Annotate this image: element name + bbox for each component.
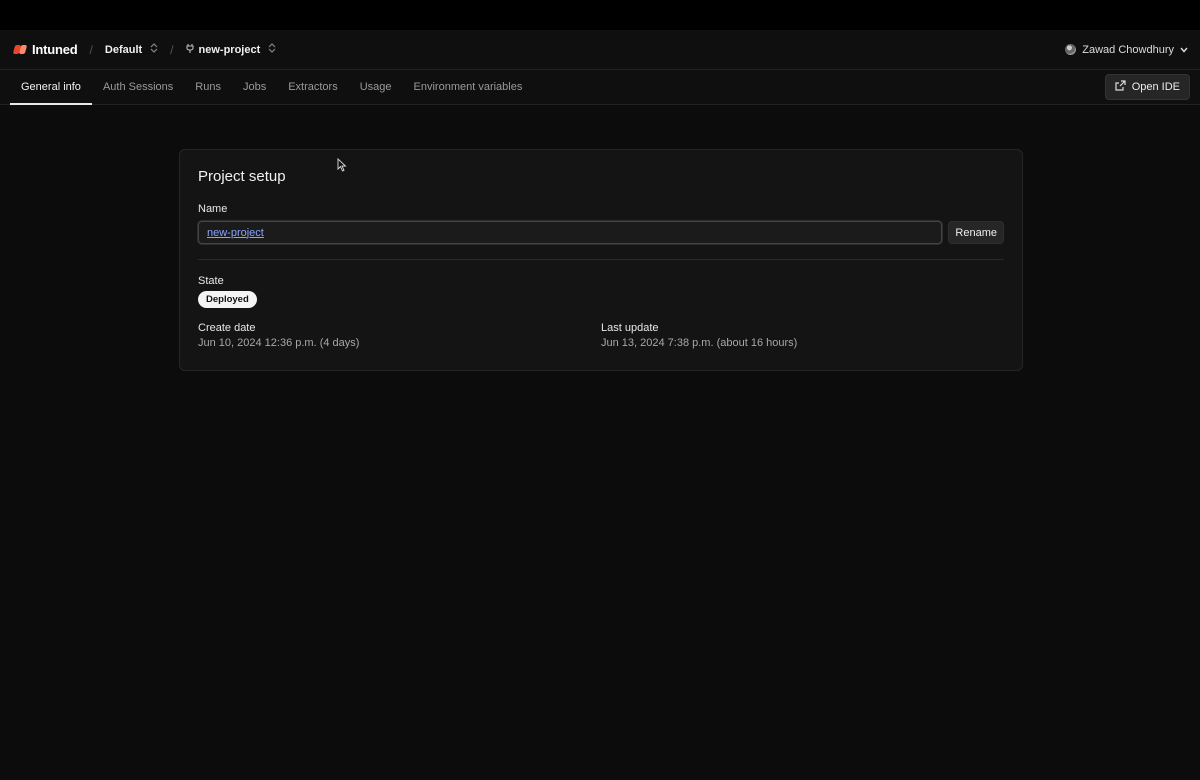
- project-switcher[interactable]: new-project: [185, 43, 277, 57]
- external-link-icon: [1115, 80, 1126, 94]
- tab-general-info[interactable]: General info: [10, 70, 92, 105]
- last-update-block: Last update Jun 13, 2024 7:38 p.m. (abou…: [601, 322, 1004, 349]
- page-title: Project setup: [198, 168, 286, 185]
- tab-runs[interactable]: Runs: [184, 70, 232, 104]
- last-update-label: Last update: [601, 322, 659, 334]
- mouse-cursor-icon: [337, 157, 347, 172]
- tab-extractors[interactable]: Extractors: [277, 70, 349, 104]
- state-label: State: [198, 275, 224, 287]
- brand-logo[interactable]: Intuned: [12, 42, 78, 57]
- intuned-logo-icon: [12, 43, 28, 56]
- status-badge: Deployed: [198, 291, 257, 308]
- tab-environment-variables[interactable]: Environment variables: [403, 70, 534, 104]
- project-setup-card: Project setup Name Rename State Deployed…: [179, 149, 1023, 371]
- window-top-strip: [0, 0, 1200, 30]
- dates-row: Create date Jun 10, 2024 12:36 p.m. (4 d…: [198, 322, 1004, 349]
- name-label: Name: [198, 203, 228, 215]
- name-row: Rename: [198, 221, 1004, 244]
- project-name: new-project: [198, 43, 261, 56]
- app-header: Intuned / Default / new-project Zawad Ch…: [0, 30, 1200, 70]
- brand-name: Intuned: [32, 42, 78, 57]
- tab-auth-sessions[interactable]: Auth Sessions: [92, 70, 184, 104]
- user-name: Zawad Chowdhury: [1082, 43, 1174, 56]
- rename-button[interactable]: Rename: [948, 221, 1004, 244]
- workspace-switcher[interactable]: Default: [105, 43, 158, 56]
- open-ide-button[interactable]: Open IDE: [1104, 74, 1190, 100]
- chevron-updown-icon: [268, 43, 276, 56]
- last-update-value: Jun 13, 2024 7:38 p.m. (about 16 hours): [601, 337, 798, 349]
- tab-usage[interactable]: Usage: [349, 70, 403, 104]
- project-tabs: General info Auth Sessions Runs Jobs Ext…: [0, 70, 1200, 105]
- chevron-updown-icon: [150, 43, 158, 56]
- breadcrumb-separator: /: [170, 42, 174, 57]
- workspace-name: Default: [104, 43, 143, 56]
- chevron-down-icon: [1180, 44, 1188, 56]
- divider: [198, 259, 1004, 260]
- user-menu[interactable]: Zawad Chowdhury: [1065, 44, 1188, 56]
- tab-jobs[interactable]: Jobs: [232, 70, 277, 104]
- open-ide-label: Open IDE: [1131, 81, 1180, 93]
- avatar: [1065, 44, 1077, 55]
- create-date-value: Jun 10, 2024 12:36 p.m. (4 days): [198, 337, 360, 349]
- create-date-block: Create date Jun 10, 2024 12:36 p.m. (4 d…: [198, 322, 601, 349]
- plug-icon: [185, 43, 194, 57]
- breadcrumb-separator: /: [89, 42, 93, 57]
- project-name-input[interactable]: [198, 221, 943, 244]
- create-date-label: Create date: [198, 322, 256, 334]
